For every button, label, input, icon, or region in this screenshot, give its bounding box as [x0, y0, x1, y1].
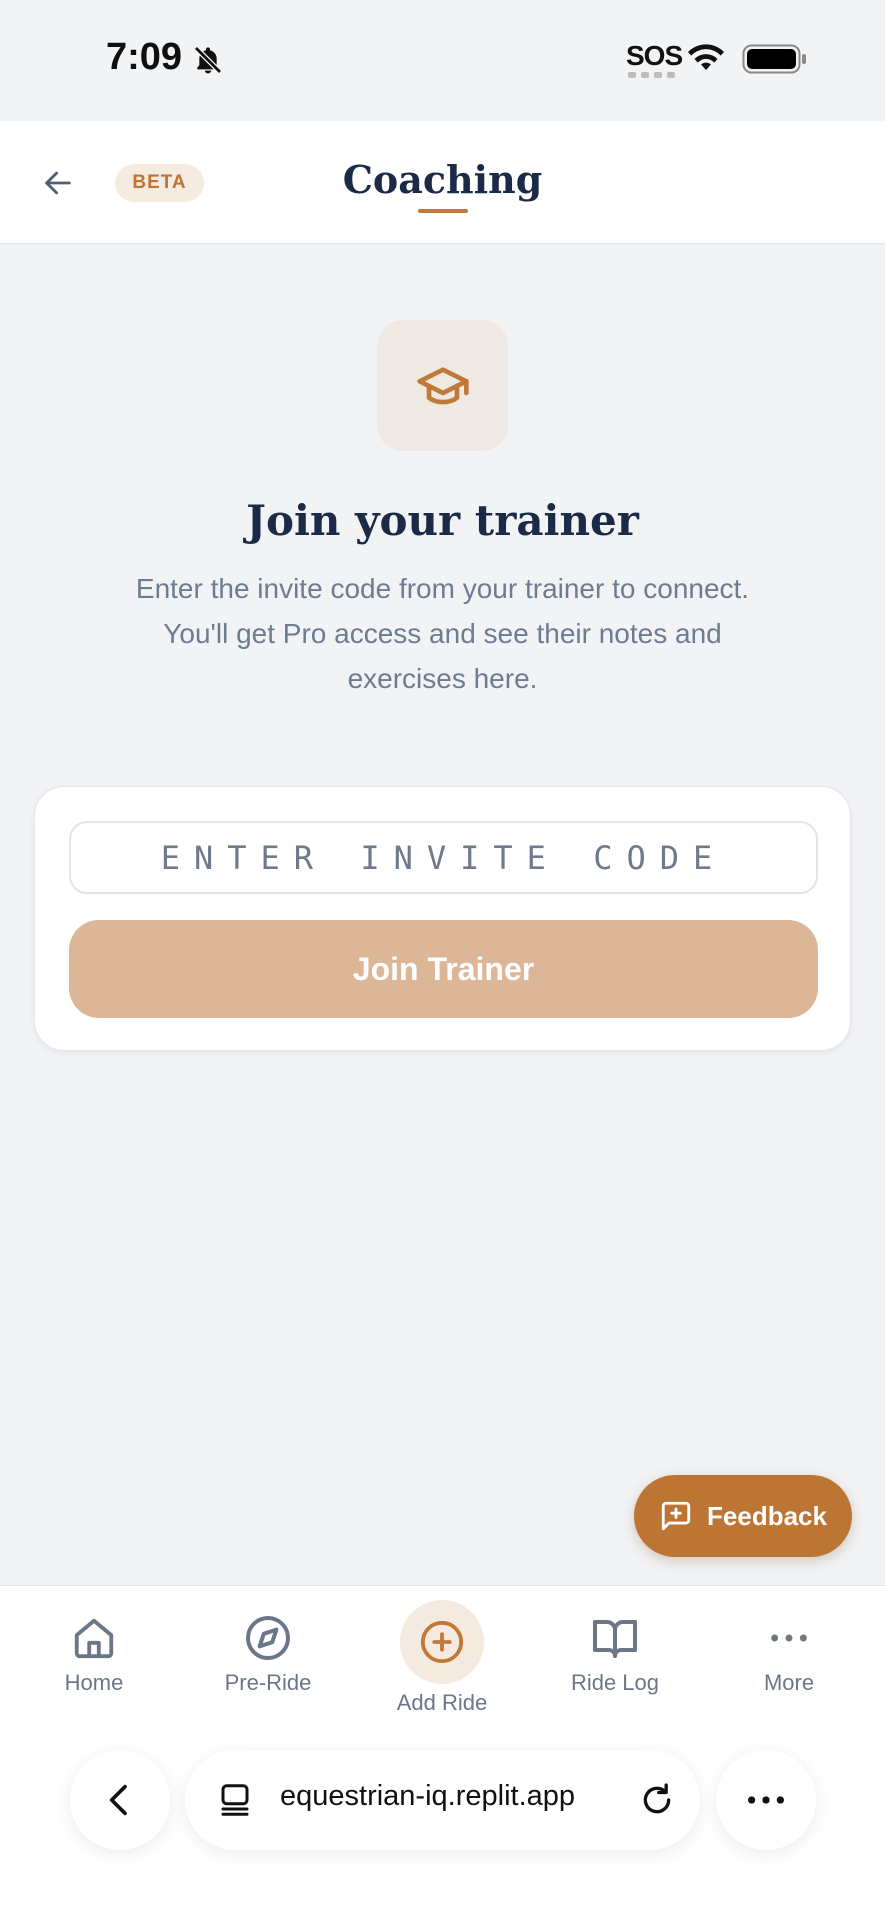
nav-item-ride-log[interactable]: Ride Log — [530, 1586, 700, 1736]
invite-code-input[interactable] — [69, 821, 818, 894]
graduation-cap-icon — [416, 366, 469, 404]
nav-label-pre-ride: Pre-Ride — [224, 1670, 312, 1695]
wifi-icon — [688, 44, 724, 70]
tab-overview-icon — [221, 1784, 249, 1816]
message-plus-icon — [661, 1501, 691, 1531]
browser-back-button[interactable] — [70, 1750, 170, 1850]
battery-icon — [742, 44, 806, 74]
url-bar[interactable]: equestrian-iq.replit.app — [185, 1750, 700, 1850]
plus-circle-icon — [420, 1620, 464, 1664]
more-horizontal-icon — [771, 1634, 807, 1642]
nav-item-add-ride[interactable]: Add Ride — [357, 1586, 527, 1736]
reload-icon[interactable] — [637, 1780, 677, 1820]
url-text: equestrian-iq.replit.app — [280, 1780, 576, 1812]
sos-indicator: SOS — [626, 40, 683, 71]
hero-description: Enter the invite code from your trainer … — [135, 573, 750, 694]
join-trainer-button[interactable]: Join Trainer — [69, 920, 818, 1018]
hero-icon-box — [377, 320, 508, 451]
nav-label-home: Home — [64, 1670, 124, 1695]
join-card: Join Trainer — [34, 786, 851, 1051]
status-time: 7:09 — [106, 36, 183, 78]
hero-title: Join your trainer — [246, 496, 639, 545]
page-title: Coaching — [342, 157, 543, 202]
nav-label-ride-log: Ride Log — [570, 1670, 660, 1695]
nav-item-home[interactable]: Home — [9, 1586, 179, 1736]
chevron-left-icon — [109, 1784, 127, 1816]
nav-item-pre-ride[interactable]: Pre-Ride — [183, 1586, 353, 1736]
app-header: BETA Coaching — [0, 121, 885, 244]
title-underline — [418, 209, 468, 213]
nav-label-more: More — [763, 1670, 815, 1695]
nav-item-more[interactable]: More — [704, 1586, 874, 1736]
book-open-icon — [593, 1620, 637, 1658]
status-bar: 7:09 SOS — [0, 0, 885, 121]
bell-off-icon — [194, 46, 222, 74]
browser-more-button[interactable] — [716, 1750, 816, 1850]
feedback-button[interactable]: Feedback — [634, 1475, 852, 1557]
nav-label-add-ride: Add Ride — [396, 1690, 488, 1715]
home-icon — [74, 1618, 114, 1659]
feedback-label: Feedback — [707, 1500, 827, 1531]
more-horizontal-icon — [747, 1796, 785, 1804]
signal-dots — [628, 72, 675, 78]
compass-icon — [246, 1616, 290, 1660]
